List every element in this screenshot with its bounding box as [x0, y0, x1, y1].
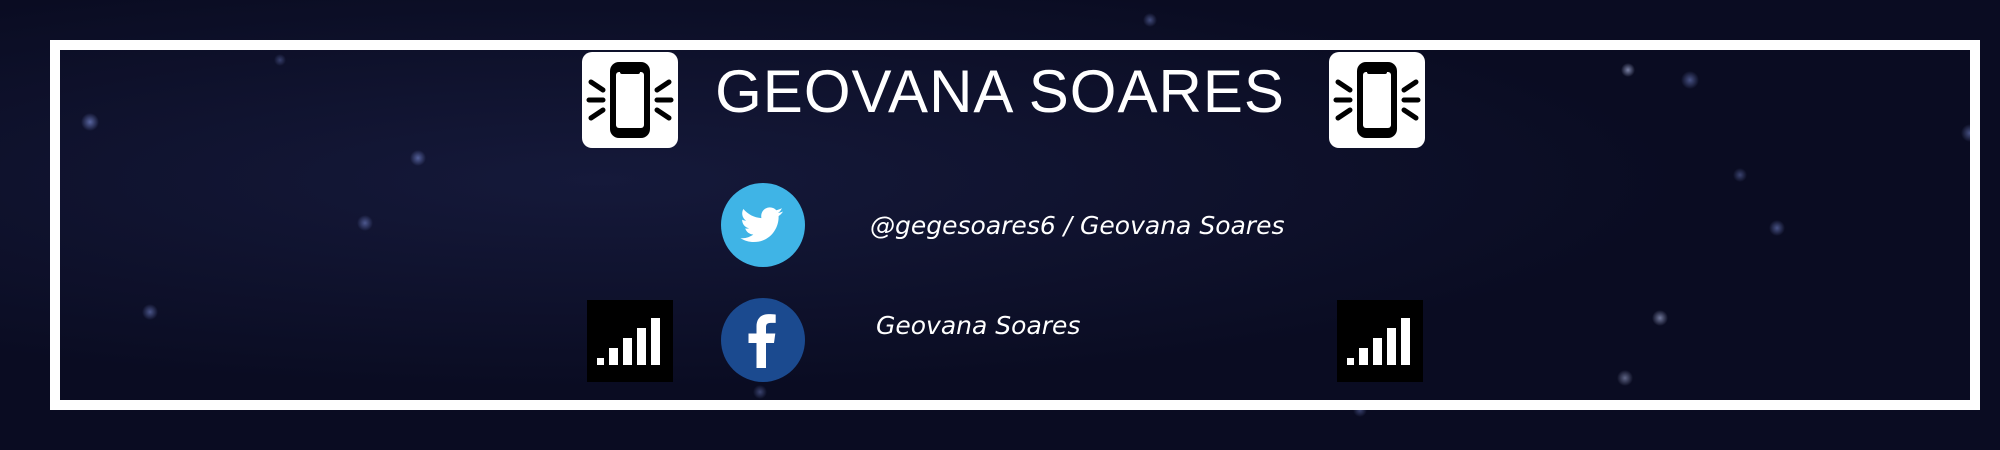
twitter-bird-icon — [740, 207, 783, 242]
twitter-handle[interactable]: @gegesoares6 / Geovana Soares — [870, 209, 1285, 243]
signal-bars-icon — [1347, 318, 1410, 365]
facebook-icon[interactable] — [721, 298, 805, 382]
signal-bars-icon — [597, 318, 660, 365]
twitter-icon[interactable] — [721, 183, 805, 267]
phone-vibrate-icon-right — [1329, 52, 1425, 148]
phone-vibrate-icon-left — [582, 52, 678, 148]
signal-bars-icon-right — [1337, 300, 1423, 382]
phone-vibrate-icon — [1333, 62, 1421, 138]
facebook-f-icon — [748, 314, 776, 368]
signal-bars-icon-left — [587, 300, 673, 382]
facebook-handle[interactable]: Geovana Soares — [876, 309, 1080, 343]
page-title: GEOVANA SOARES — [715, 58, 1285, 125]
phone-vibrate-icon — [586, 62, 674, 138]
